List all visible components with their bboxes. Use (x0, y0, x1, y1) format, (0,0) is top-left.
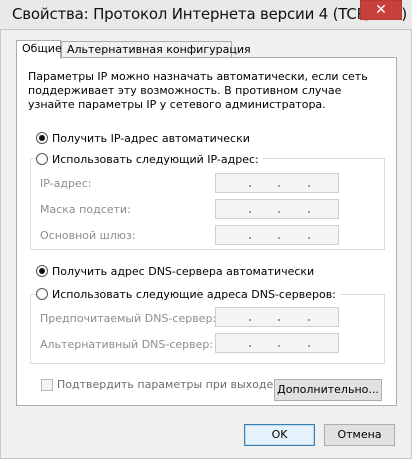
ip-address-label: IP-адрес: (40, 177, 92, 190)
close-icon: ✕ (375, 2, 387, 18)
radio-auto-ip-indicator[interactable] (36, 132, 48, 144)
validate-on-exit-checkbox[interactable] (41, 378, 53, 391)
validate-on-exit[interactable]: Подтвердить параметры при выходе (41, 378, 273, 391)
close-button[interactable]: ✕ (360, 0, 402, 20)
alternate-dns-label: Альтернативный DNS-сервер: (40, 338, 214, 351)
subnet-mask-label: Маска подсети: (40, 203, 131, 216)
radio-manual-dns-indicator[interactable] (36, 288, 48, 300)
dns-manual-group (30, 294, 385, 364)
radio-auto-dns[interactable]: Получить адрес DNS-сервера автоматически (36, 263, 319, 279)
radio-manual-dns-label: Использовать следующие адреса DNS-сервер… (52, 287, 336, 301)
preferred-dns-label: Предпочитаемый DNS-сервер: (40, 312, 217, 325)
radio-auto-ip[interactable]: Получить IP-адрес автоматически (36, 130, 254, 146)
default-gateway-input[interactable] (215, 225, 339, 245)
ip-address-input[interactable] (215, 173, 339, 193)
alternate-dns-input[interactable] (215, 333, 339, 353)
default-gateway-label: Основной шлюз: (40, 229, 136, 242)
cancel-button[interactable]: Отмена (324, 424, 395, 446)
ok-button[interactable]: OK (244, 424, 315, 446)
title-bar: Свойства: Протокол Интернета версии 4 (T… (0, 0, 412, 30)
radio-auto-ip-label: Получить IP-адрес автоматически (52, 131, 250, 145)
validate-on-exit-label: Подтвердить параметры при выходе (57, 378, 274, 391)
radio-manual-dns[interactable]: Использовать следующие адреса DNS-сервер… (36, 286, 340, 302)
preferred-dns-input[interactable] (215, 307, 339, 327)
radio-manual-ip-label: Использовать следующий IP-адрес: (52, 152, 259, 166)
radio-manual-ip-indicator[interactable] (36, 153, 48, 165)
radio-auto-dns-label: Получить адрес DNS-сервера автоматически (52, 264, 315, 278)
tab-alternate-configuration[interactable]: Альтернативная конфигурация (61, 41, 251, 58)
radio-auto-dns-indicator[interactable] (36, 265, 48, 277)
window-title: Свойства: Протокол Интернета версии 4 (T… (12, 5, 408, 23)
tab-general[interactable]: Общие (16, 40, 62, 59)
radio-manual-ip[interactable]: Использовать следующий IP-адрес: (36, 151, 263, 167)
advanced-button[interactable]: Дополнительно... (274, 379, 382, 401)
subnet-mask-input[interactable] (215, 199, 339, 219)
description-text: Параметры IP можно назначать автоматичес… (28, 70, 368, 111)
